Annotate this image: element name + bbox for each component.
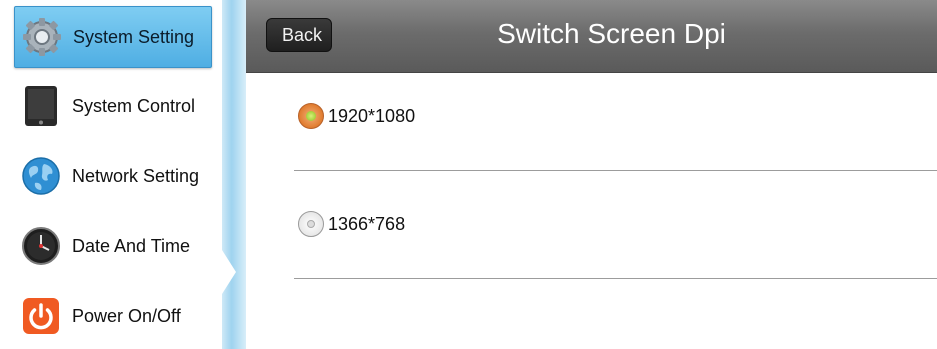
sidebar-item-label: Power On/Off — [72, 305, 181, 326]
divider — [294, 278, 937, 279]
radio-unselected-icon[interactable] — [298, 211, 324, 237]
page-title: Switch Screen Dpi — [497, 18, 726, 49]
sidebar-item-label: System Setting — [73, 26, 195, 47]
power-icon — [20, 295, 62, 337]
sidebar-item-date-and-time[interactable]: Date And Time — [14, 216, 210, 276]
sidebar-item-system-control[interactable]: System Control — [14, 76, 210, 136]
gear-icon — [21, 16, 63, 58]
radio-selected-icon[interactable] — [298, 103, 324, 129]
divider — [294, 170, 937, 171]
resolution-option-1366x768[interactable]: 1366*768 — [298, 211, 405, 237]
sidebar-item-label: Network Setting — [72, 165, 200, 186]
sidebar-item-system-setting[interactable]: System Setting — [14, 6, 212, 68]
clock-icon — [20, 225, 62, 267]
sidebar: System Setting System Control Network Se… — [0, 0, 232, 349]
sidebar-divider — [222, 0, 246, 349]
header-bar: Back Switch Screen Dpi — [246, 0, 937, 73]
option-label: 1920*1080 — [328, 105, 416, 126]
option-label: 1366*768 — [328, 213, 406, 234]
sidebar-item-network-setting[interactable]: Network Setting — [14, 146, 210, 206]
sidebar-item-power-on-off[interactable]: Power On/Off — [14, 286, 210, 346]
tablet-icon — [20, 85, 62, 127]
sidebar-item-label: System Control — [72, 95, 196, 116]
back-button-label: Back — [281, 24, 323, 45]
resolution-option-1920x1080[interactable]: 1920*1080 — [298, 103, 415, 129]
globe-icon — [20, 155, 62, 197]
sidebar-item-label: Date And Time — [72, 235, 191, 256]
